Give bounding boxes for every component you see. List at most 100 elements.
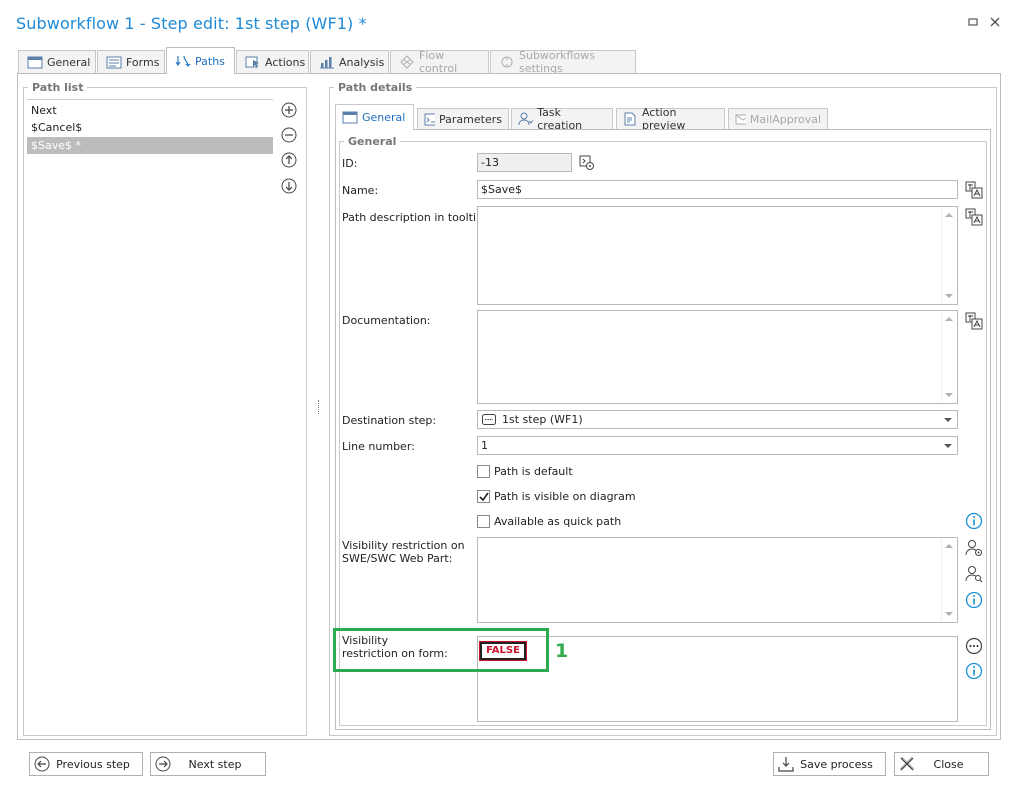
step-icon: [482, 414, 496, 425]
path-is-default-label: Path is default: [494, 465, 573, 478]
tab-parameters-label: Parameters: [439, 112, 502, 126]
tab-paths-label: Paths: [195, 54, 225, 68]
user-search-icon[interactable]: [965, 565, 983, 583]
tab-general[interactable]: General: [18, 50, 96, 73]
tab-forms-label: Forms: [126, 55, 160, 69]
path-is-default-checkbox[interactable]: [477, 465, 490, 478]
flow-control-icon: [400, 55, 414, 69]
move-up-icon[interactable]: [281, 152, 297, 168]
window-icon: [27, 56, 43, 68]
tab-parameters[interactable]: Parameters: [417, 108, 509, 129]
close-button[interactable]: Close: [894, 752, 989, 776]
tab-flow-control[interactable]: Flow control: [390, 49, 489, 75]
mail-icon: [735, 114, 746, 125]
visibility-swe-label-line1: Visibility restriction on: [342, 539, 465, 552]
path-list-item-label: Next: [31, 104, 57, 117]
info-icon[interactable]: [965, 512, 983, 530]
visibility-swe-textarea[interactable]: [477, 537, 958, 623]
arrow-right-circle-icon: [155, 756, 171, 772]
tab-mailapproval[interactable]: MailApproval: [728, 108, 828, 129]
move-down-icon[interactable]: [281, 178, 297, 194]
translate-icon[interactable]: [965, 312, 983, 330]
translate-icon[interactable]: [965, 181, 983, 199]
previous-step-button[interactable]: Previous step: [29, 752, 143, 776]
paths-icon: [175, 55, 191, 67]
tab-path-general-label: General: [362, 111, 406, 124]
id-settings-icon[interactable]: [578, 154, 596, 172]
destination-step-label: Destination step:: [342, 414, 437, 427]
quick-path-checkbox[interactable]: [477, 515, 490, 528]
chevron-down-icon: [944, 444, 952, 448]
visibility-swe-label: Visibility restriction on SWE/SWC Web Pa…: [342, 539, 465, 565]
destination-step-value: 1st step (WF1): [502, 413, 583, 426]
line-number-label: Line number:: [342, 440, 415, 453]
subworkflow-icon: [501, 56, 513, 68]
chevron-down-icon: [944, 418, 952, 422]
path-list-group: Path list: [23, 81, 307, 736]
next-step-button[interactable]: Next step: [150, 752, 266, 776]
id-field: -13: [477, 153, 572, 172]
document-preview-icon: [624, 112, 636, 126]
close-icon: [899, 756, 915, 771]
info-icon[interactable]: [965, 591, 983, 609]
path-list-item-label: $Save$ *: [31, 139, 81, 152]
minimize-button[interactable]: [966, 16, 980, 30]
tab-subworkflows-settings[interactable]: Subworkflows settings: [490, 49, 636, 75]
path-list-item[interactable]: Next: [27, 102, 273, 119]
line-number-value: 1: [481, 439, 488, 452]
tab-actions-label: Actions: [265, 55, 306, 69]
tooltip-description-textarea[interactable]: [477, 206, 958, 305]
chart-icon: [320, 57, 334, 69]
save-icon: [778, 757, 794, 772]
tab-mailapproval-label: MailApproval: [749, 112, 821, 126]
visibility-swe-scrollbar[interactable]: [941, 539, 956, 621]
tab-action-preview[interactable]: Action preview: [616, 106, 725, 132]
parameters-icon: [424, 113, 436, 125]
window-title: Subworkflow 1 - Step edit: 1st step (WF1…: [16, 14, 367, 33]
destination-step-select[interactable]: 1st step (WF1): [477, 410, 958, 429]
name-label: Name:: [342, 184, 379, 197]
visible-on-diagram-checkbox[interactable]: [477, 490, 490, 503]
visibility-swe-label-line2: SWE/SWC Web Part:: [342, 552, 453, 565]
user-settings-icon[interactable]: [965, 539, 983, 557]
tab-actions[interactable]: Actions: [236, 50, 309, 73]
path-list-item-label: $Cancel$: [31, 121, 83, 134]
remove-path-icon[interactable]: [281, 127, 297, 143]
window-icon: [342, 111, 358, 124]
tab-forms[interactable]: Forms: [97, 50, 165, 73]
panel-splitter[interactable]: [318, 400, 320, 414]
more-options-icon[interactable]: [965, 637, 983, 655]
path-list-separator: [27, 99, 273, 100]
save-process-button[interactable]: Save process: [773, 752, 886, 776]
tab-path-general[interactable]: General: [335, 104, 414, 130]
documentation-scrollbar[interactable]: [941, 312, 956, 402]
path-details-legend: Path details: [338, 81, 413, 94]
visibility-form-editor[interactable]: [477, 636, 958, 722]
arrow-left-circle-icon: [34, 756, 50, 772]
documentation-textarea[interactable]: [477, 310, 958, 404]
form-icon: [106, 56, 122, 68]
path-list-item[interactable]: $Cancel$: [27, 119, 273, 136]
path-list-item[interactable]: $Save$ *: [27, 137, 273, 154]
tab-analysis-label: Analysis: [339, 55, 385, 69]
tooltip-description-label: Path description in tooltip:: [342, 211, 487, 224]
tab-subworkflows-settings-label: Subworkflows settings: [519, 49, 595, 75]
tab-analysis[interactable]: Analysis: [310, 50, 389, 73]
visible-on-diagram-label: Path is visible on diagram: [494, 490, 636, 503]
name-input[interactable]: $Save$: [477, 180, 958, 199]
tab-paths[interactable]: Paths: [166, 47, 235, 74]
info-icon[interactable]: [965, 662, 983, 680]
user-task-icon: [518, 112, 534, 126]
path-list-legend: Path list: [32, 81, 84, 94]
tab-task-creation[interactable]: Task creation: [511, 106, 613, 132]
tab-general-label: General: [47, 55, 91, 69]
close-icon: [990, 17, 1000, 27]
actions-icon: [245, 56, 259, 68]
minimize-icon: [968, 18, 978, 26]
close-window-button[interactable]: [988, 16, 1002, 30]
add-path-icon[interactable]: [281, 102, 297, 118]
tooltip-description-scrollbar[interactable]: [941, 208, 956, 303]
quick-path-label: Available as quick path: [494, 515, 622, 528]
line-number-select[interactable]: 1: [477, 436, 958, 455]
translate-icon[interactable]: [965, 208, 983, 226]
